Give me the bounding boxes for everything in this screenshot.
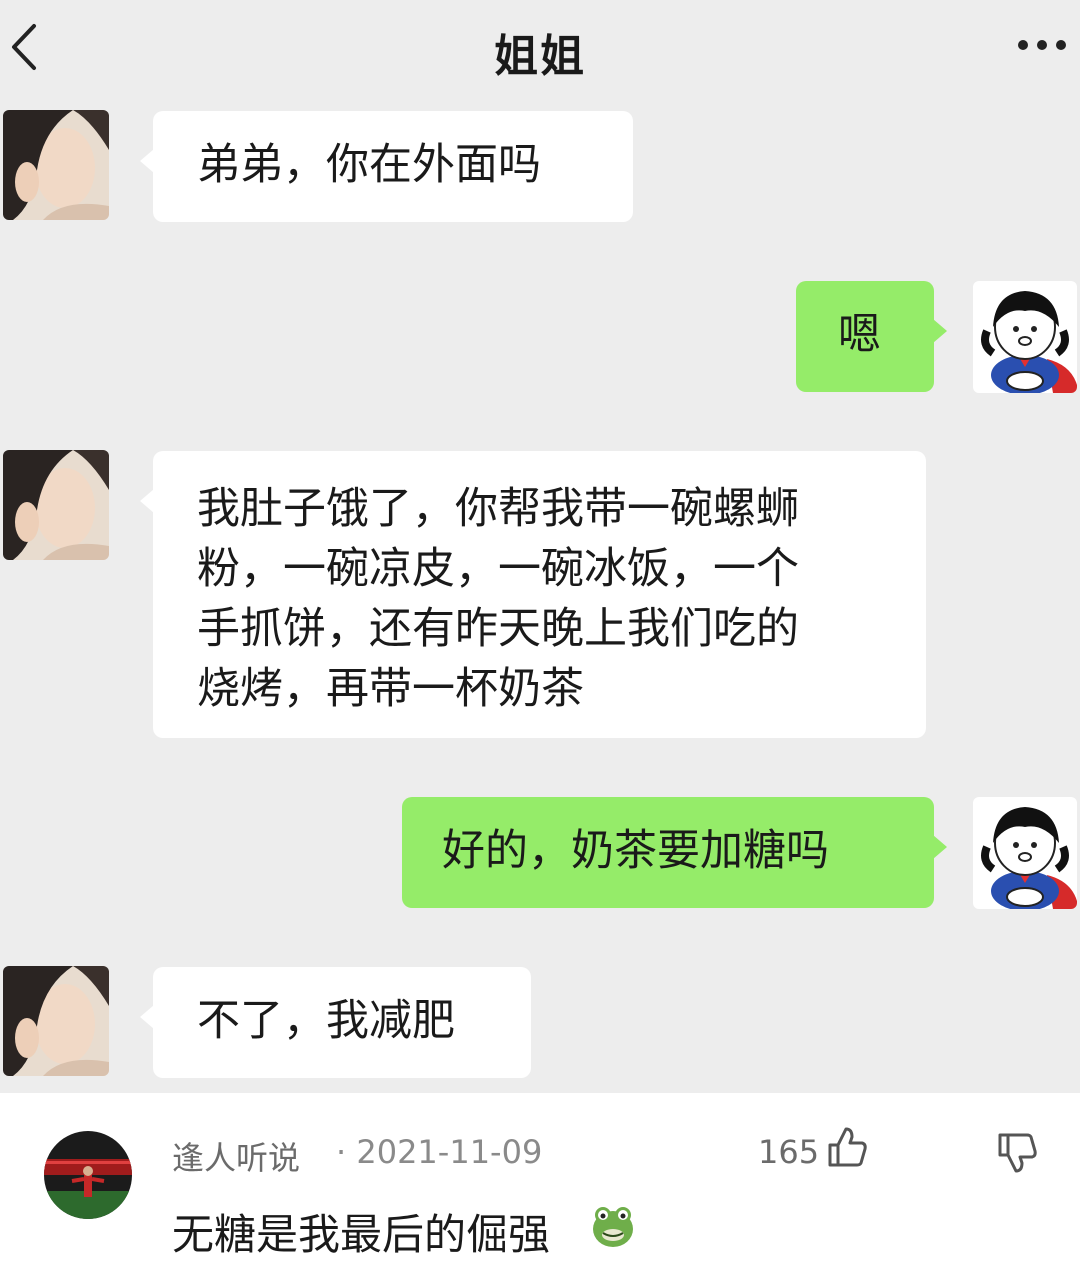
like-count: 165	[758, 1133, 820, 1171]
message-bubble-3[interactable]: 我肚子饿了，你帮我带一碗螺蛳 粉，一碗凉皮，一碗冰饭，一个 手抓饼，还有昨天晚上…	[140, 451, 926, 738]
more-icon[interactable]	[1016, 38, 1068, 52]
bubble-tail	[140, 489, 154, 513]
commenter-avatar[interactable]	[44, 1131, 132, 1219]
bubble-tail	[140, 149, 154, 173]
sister-avatar[interactable]	[3, 110, 109, 220]
chat-title: 姐姐	[494, 31, 586, 82]
message-bubble-5[interactable]: 不了，我减肥	[140, 967, 531, 1078]
thumbs-down-icon[interactable]	[996, 1131, 1038, 1175]
comment-date: · 2021-11-09	[336, 1133, 543, 1171]
message-line: 我肚子饿了，你帮我带一碗螺蛳	[197, 484, 799, 534]
message-bubble-2[interactable]: 嗯	[796, 281, 947, 392]
thumbs-up-icon[interactable]	[826, 1125, 868, 1169]
comment-item: 逢人听说 · 2021-11-09 165 无糖是我最后的倔强	[0, 1093, 1080, 1263]
message-line: 粉，一碗凉皮，一碗冰饭，一个	[197, 544, 799, 594]
comment-text: 无糖是我最后的倔强	[172, 1210, 551, 1259]
message-text-1: 弟弟，你在外面吗	[197, 140, 541, 190]
message-text-2: 嗯	[838, 310, 881, 360]
comment-username[interactable]: 逢人听说	[172, 1133, 300, 1179]
sister-avatar[interactable]	[3, 450, 109, 560]
message-bubble-4[interactable]: 好的，奶茶要加糖吗	[402, 797, 947, 908]
message-line: 手抓饼，还有昨天晚上我们吃的	[197, 604, 799, 654]
chat-screenshot: 姐姐 弟弟，你在外面吗 嗯 我肚子饿了，你帮我带一碗螺蛳 粉，一碗凉皮，一碗冰饭…	[0, 0, 1080, 1093]
bubble-tail	[933, 835, 947, 859]
bubble-tail	[933, 319, 947, 343]
chat-header: 姐姐	[0, 0, 1080, 95]
frog-emoji-icon	[593, 1207, 633, 1247]
bubble-tail	[140, 1005, 154, 1029]
brother-avatar[interactable]	[973, 797, 1077, 909]
message-text-4: 好的，奶茶要加糖吗	[442, 826, 829, 876]
message-text-5: 不了，我减肥	[197, 996, 455, 1046]
message-bubble-1[interactable]: 弟弟，你在外面吗	[140, 111, 633, 222]
message-line: 烧烤，再带一杯奶茶	[197, 664, 584, 714]
page: 姐姐 弟弟，你在外面吗 嗯 我肚子饿了，你帮我带一碗螺蛳 粉，一碗凉皮，一碗冰饭…	[0, 0, 1080, 1263]
sister-avatar[interactable]	[3, 966, 109, 1076]
brother-avatar[interactable]	[973, 281, 1077, 393]
